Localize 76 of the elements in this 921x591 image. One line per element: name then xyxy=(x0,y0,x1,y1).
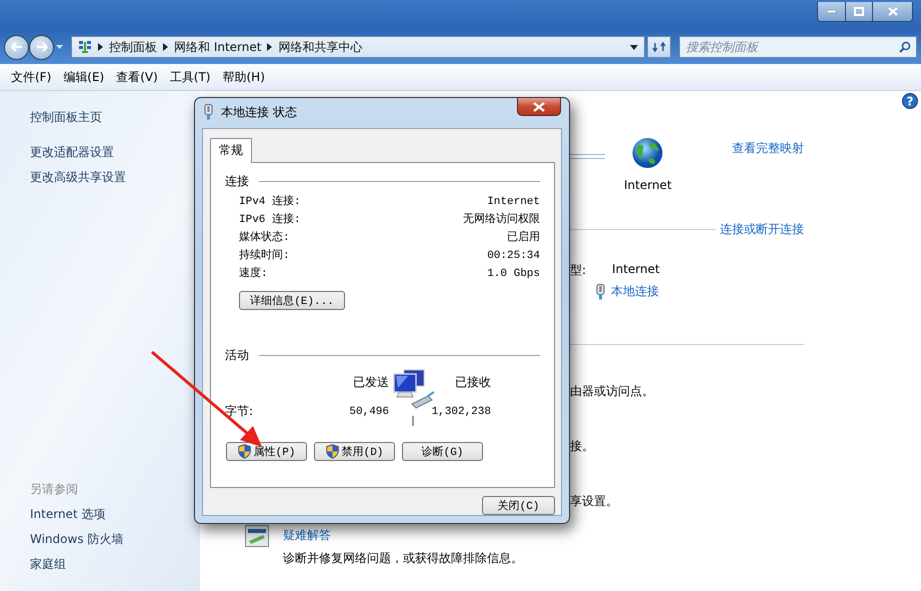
type-label: 型: xyxy=(570,262,586,279)
description-text: 由器或访问点。 xyxy=(570,383,655,400)
breadcrumb-arrow-icon xyxy=(267,43,272,51)
back-arrow-icon xyxy=(10,42,22,52)
property-value: 无网络访问权限 xyxy=(463,212,540,228)
troubleshoot-description: 诊断并修复网络问题，或获得故障排除信息。 xyxy=(283,550,523,567)
see-also-heading: 另请参阅 xyxy=(30,481,79,498)
search-field[interactable]: 搜索控制面板 xyxy=(679,36,917,58)
history-dropdown-icon[interactable] xyxy=(56,45,63,49)
internet-label: Internet xyxy=(624,178,672,192)
close-icon xyxy=(533,102,545,112)
shield-icon xyxy=(238,444,251,459)
details-button[interactable]: 详细信息(E)... xyxy=(239,291,345,310)
property-value: Internet xyxy=(487,195,540,210)
view-full-map-link[interactable]: 查看完整映射 xyxy=(732,140,804,195)
property-label: IPv6 连接: xyxy=(239,212,301,228)
connection-plug-icon xyxy=(596,284,605,300)
menu-item[interactable]: 帮助(H) xyxy=(218,66,270,88)
menu-item[interactable]: 工具(T) xyxy=(164,66,216,88)
dialog-button[interactable]: 诊断(G) xyxy=(402,442,483,461)
bytes-label: 字节: xyxy=(225,403,254,420)
property-label: 媒体状态: xyxy=(239,230,290,246)
network-icon xyxy=(78,40,92,54)
description-text: 接。 xyxy=(570,438,595,455)
property-label: IPv4 连接: xyxy=(239,194,301,210)
forward-button[interactable] xyxy=(29,34,54,60)
dialog-title: 本地连接 状态 xyxy=(221,104,297,120)
section-heading: 活动 xyxy=(225,347,249,364)
search-icon xyxy=(899,41,911,53)
breadcrumb-arrow-icon xyxy=(98,43,103,51)
property-label: 速度: xyxy=(239,266,268,282)
connect-disconnect-link[interactable]: 连接或断开连接 xyxy=(720,221,804,238)
tab[interactable]: 常规 xyxy=(210,138,252,163)
sent-label: 已发送 xyxy=(353,374,389,391)
menu-item[interactable]: 文件(F) xyxy=(6,66,56,88)
breadcrumb[interactable]: 网络和共享中心 xyxy=(278,38,362,56)
see-also-link[interactable]: Windows 防火墙 xyxy=(30,527,200,552)
map-connector-line xyxy=(570,154,605,159)
breadcrumb[interactable]: 网络和 Internet xyxy=(174,38,262,56)
troubleshoot-link[interactable]: 疑难解答 xyxy=(283,527,523,544)
globe-icon xyxy=(631,137,664,170)
shield-icon xyxy=(326,444,339,459)
local-connection-link[interactable]: 本地连接 xyxy=(611,283,659,300)
troubleshoot-icon xyxy=(245,525,269,547)
close-icon xyxy=(888,7,898,16)
address-field[interactable]: 控制面板 网络和 Internet 网络和共享中心 xyxy=(71,36,645,58)
property-value: 00:25:34 xyxy=(487,249,540,264)
close-dialog-button[interactable]: 关闭(C) xyxy=(482,496,555,515)
help-icon[interactable]: ? xyxy=(902,93,918,109)
breadcrumb[interactable]: 控制面板 xyxy=(109,38,157,56)
minimize-icon xyxy=(827,10,836,13)
sent-bytes-value: 50,496 xyxy=(349,406,389,418)
close-button[interactable] xyxy=(517,98,561,116)
menu-item[interactable]: 编辑(E) xyxy=(58,66,110,88)
received-bytes-value: 1,302,238 xyxy=(432,406,491,418)
maximize-button[interactable] xyxy=(845,2,872,21)
see-also-link[interactable]: 家庭组 xyxy=(30,552,200,577)
received-label: 已接收 xyxy=(455,374,491,391)
property-label: 持续时间: xyxy=(239,248,290,264)
dialog-button[interactable]: 属性(P) xyxy=(226,442,307,461)
description-text: 享设置。 xyxy=(570,493,619,510)
refresh-button[interactable] xyxy=(647,36,671,58)
maximize-icon xyxy=(854,7,864,16)
back-button[interactable] xyxy=(4,34,29,60)
dialog-button[interactable]: 禁用(D) xyxy=(314,442,395,461)
breadcrumb-arrow-icon xyxy=(163,43,168,51)
close-button[interactable] xyxy=(872,2,912,21)
forward-arrow-icon xyxy=(36,42,48,52)
type-value: Internet xyxy=(612,262,660,278)
connection-plug-icon xyxy=(204,104,213,120)
property-value: 已启用 xyxy=(507,230,540,246)
menu-item[interactable]: 查看(V) xyxy=(111,66,163,88)
section-heading: 连接 xyxy=(225,173,249,190)
refresh-icon xyxy=(652,41,666,53)
property-value: 1.0 Gbps xyxy=(487,267,540,282)
dropdown-icon[interactable] xyxy=(630,44,638,50)
